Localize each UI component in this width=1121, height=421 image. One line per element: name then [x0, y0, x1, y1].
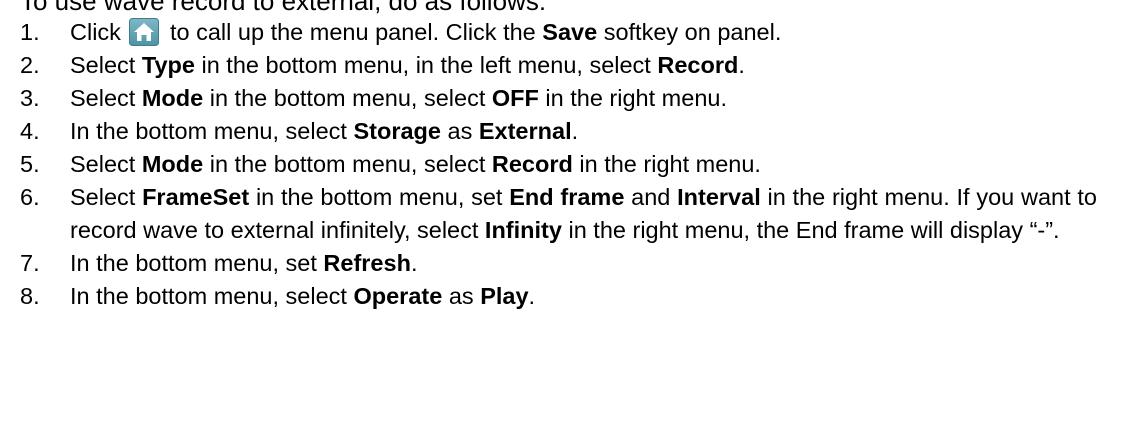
step-number: 7. — [20, 250, 40, 276]
step-item: 3. Select Mode in the bottom menu, select… — [0, 82, 1121, 115]
text-run: in the bottom menu, select — [203, 151, 492, 177]
step-number: 2. — [20, 52, 40, 78]
step-number: 5. — [20, 151, 40, 177]
step-number: 6. — [20, 184, 40, 210]
step-number: 3. — [20, 85, 40, 111]
text-run: Select — [70, 184, 143, 210]
text-run: Click — [70, 19, 128, 45]
text-run: Select — [70, 151, 142, 177]
text-run: In the bottom menu, select — [70, 118, 354, 144]
bold-term: External — [478, 118, 572, 144]
bold-term: Play — [480, 283, 529, 309]
text-run: . — [738, 52, 745, 78]
text-run: . — [571, 118, 579, 144]
bold-term: Refresh — [323, 250, 411, 276]
bold-term: Storage — [353, 118, 441, 144]
step-item: 1. Click to call up the menu panel. Click… — [0, 16, 1121, 49]
step-item: 6. Select FrameSet in the bottom menu, se… — [0, 181, 1121, 247]
text-run: . — [528, 283, 536, 309]
step-item: 4. In the bottom menu, select Storage as … — [0, 115, 1121, 148]
bold-term: Mode — [141, 151, 204, 177]
bold-term: Operate — [353, 283, 443, 309]
text-run: as — [442, 283, 481, 309]
bold-term: OFF — [491, 85, 539, 111]
step-item: 2. Select Type in the bottom menu, in the… — [0, 49, 1121, 82]
step-text: In the bottom menu, select Storage as Ex… — [70, 118, 578, 144]
bold-term: Type — [141, 52, 195, 78]
bold-term: Infinity — [484, 217, 562, 243]
text-run: . — [410, 250, 418, 276]
text-run: softkey on panel. — [597, 19, 782, 45]
text-run: and — [624, 184, 678, 210]
step-text: Select Mode in the bottom menu, select R… — [70, 151, 761, 177]
step-text: Select Type in the bottom menu, in the l… — [70, 52, 745, 78]
bold-term: Mode — [141, 85, 204, 111]
text-run: Select — [70, 52, 142, 78]
bold-term: FrameSet — [142, 184, 250, 210]
text-run: in the bottom menu, in the left menu, se… — [194, 52, 658, 78]
step-text: Select FrameSet in the bottom menu, set … — [70, 184, 1097, 243]
text-run: in the right menu. — [538, 85, 727, 111]
text-run: in the bottom menu, set — [249, 184, 510, 210]
text-run: to call up the menu panel. Click the — [163, 19, 543, 45]
step-item: 7. In the bottom menu, set Refresh. — [0, 247, 1121, 280]
text-run: in the bottom menu, select — [203, 85, 492, 111]
text-run: in the right menu, the End frame will di… — [561, 217, 1060, 243]
step-text: Click to call up the menu panel. Click t… — [70, 18, 782, 46]
step-item: 8. In the bottom menu, select Operate as … — [0, 280, 1121, 313]
bold-term: Interval — [677, 184, 761, 210]
step-text: Select Mode in the bottom menu, select O… — [70, 85, 727, 111]
step-number: 1. — [20, 19, 40, 45]
text-run: in the right menu. — [572, 151, 761, 177]
text-run: In the bottom menu, set — [70, 250, 324, 276]
bold-term: Record — [491, 151, 573, 177]
bold-term: Record — [657, 52, 739, 78]
step-text: In the bottom menu, set Refresh. — [70, 250, 417, 276]
bold-term: End frame — [509, 184, 625, 210]
steps-list: 1. Click to call up the menu panel. Click… — [0, 16, 1121, 313]
text-run: In the bottom menu, select — [70, 283, 354, 309]
step-number: 8. — [20, 283, 40, 309]
bold-term: Save — [542, 19, 598, 45]
home-icon — [129, 18, 160, 46]
step-item: 5. Select Mode in the bottom menu, select… — [0, 148, 1121, 181]
step-text: In the bottom menu, select Operate as Pl… — [70, 283, 535, 309]
text-run: Select — [70, 85, 142, 111]
step-number: 4. — [20, 118, 40, 144]
text-run: as — [440, 118, 479, 144]
